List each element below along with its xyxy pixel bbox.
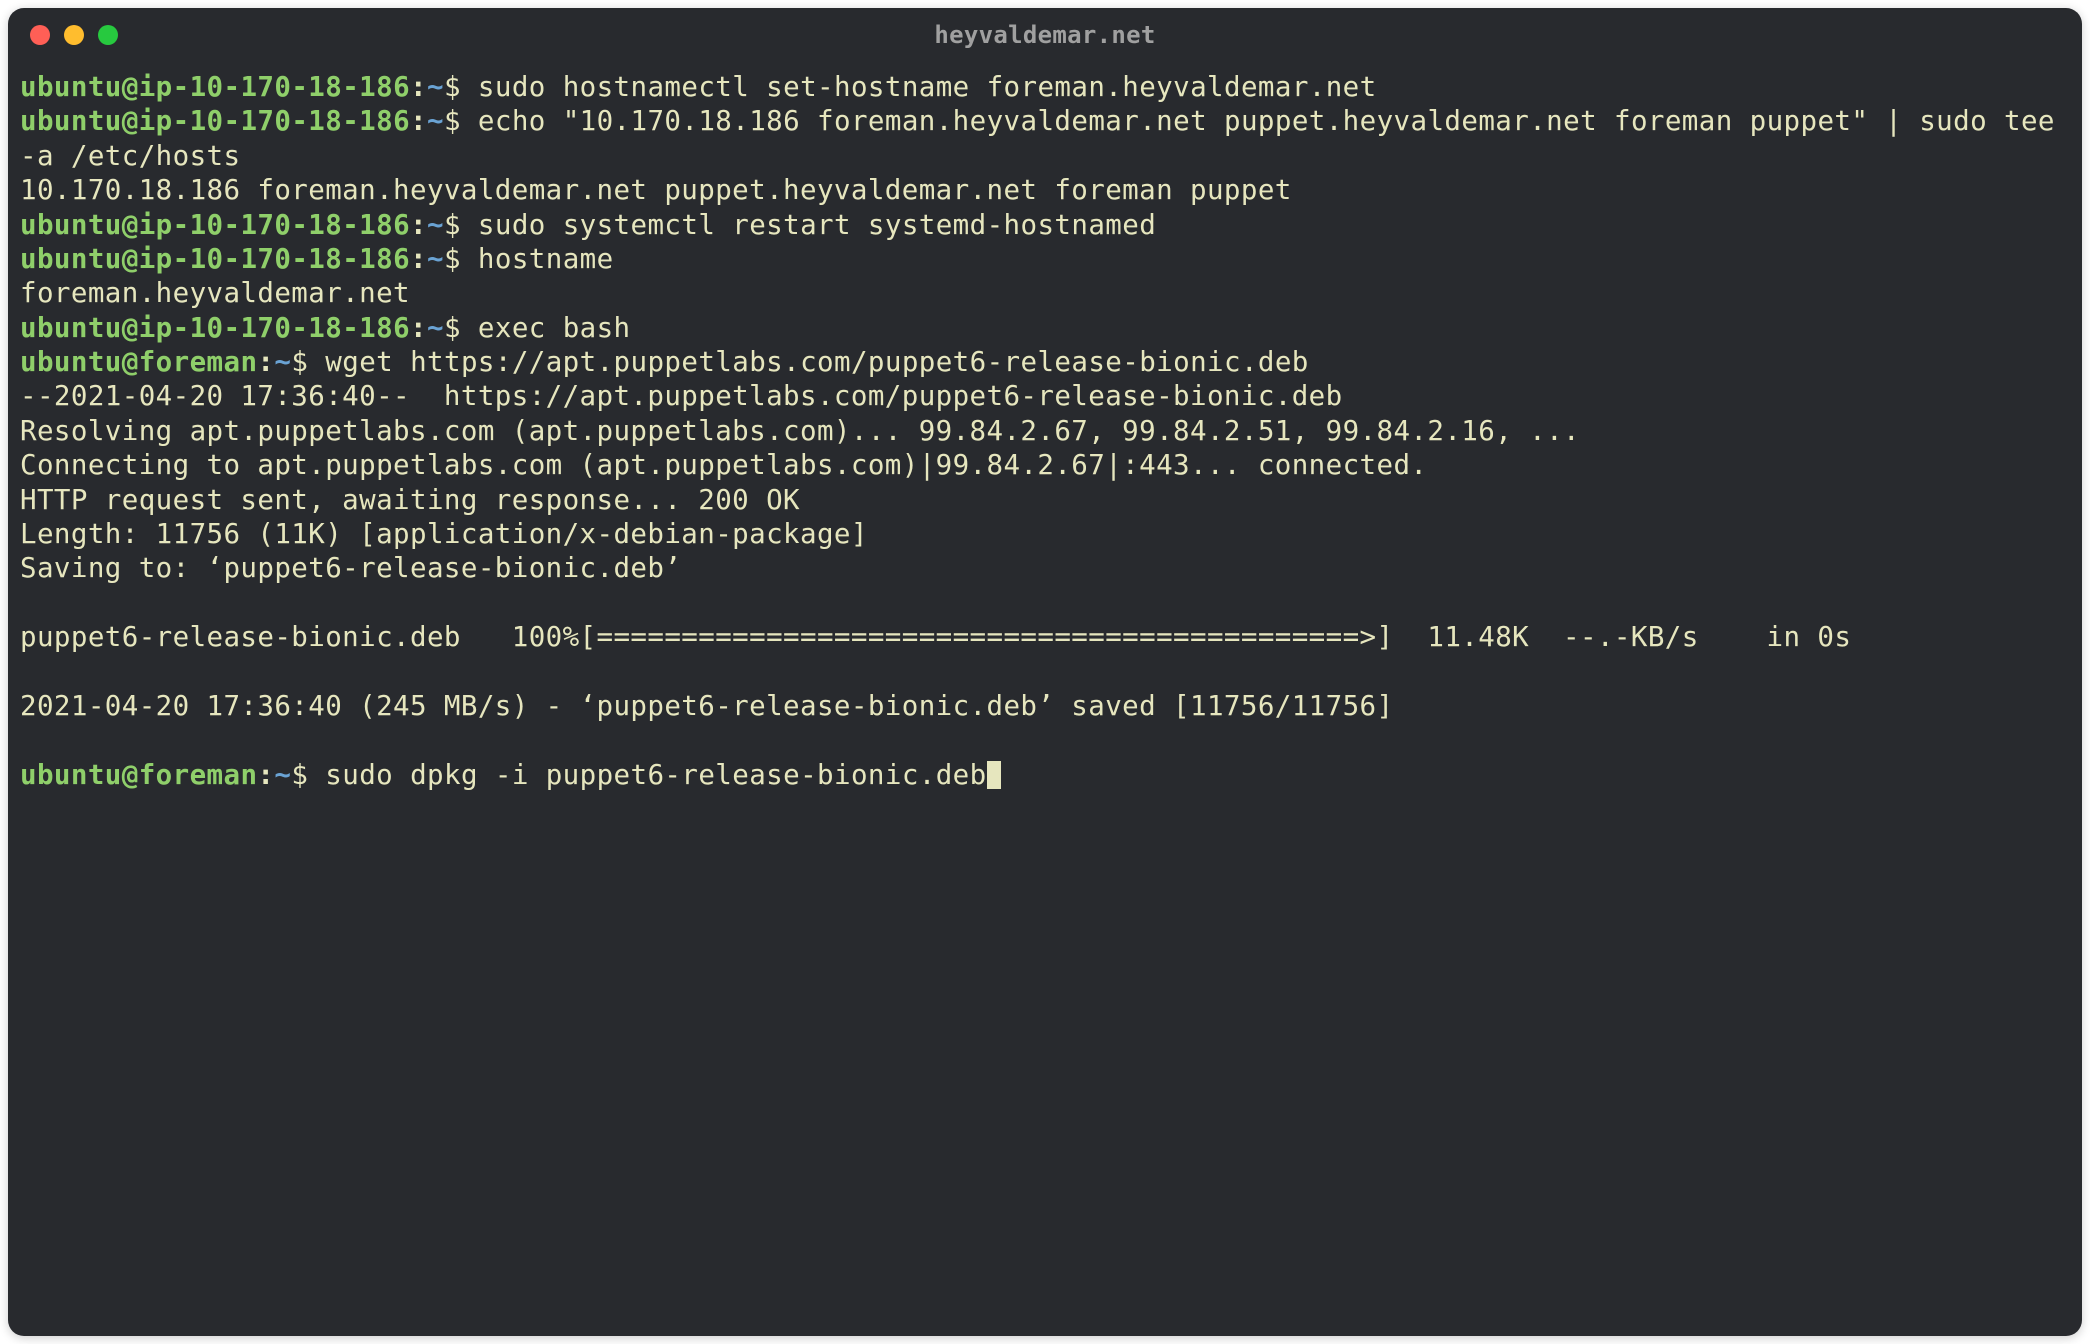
terminal-line: --2021-04-20 17:36:40-- https://apt.pupp…: [20, 379, 2070, 413]
prompt-host: ip-10-170-18-186: [139, 209, 410, 241]
terminal-line: HTTP request sent, awaiting response... …: [20, 483, 2070, 517]
terminal-line: puppet6-release-bionic.deb 100%[========…: [20, 620, 2070, 654]
prompt-host: ip-10-170-18-186: [139, 243, 410, 275]
prompt-symbol: $: [444, 209, 461, 241]
terminal-window: heyvaldemar.net ubuntu@ip-10-170-18-186:…: [8, 8, 2082, 1336]
terminal-line: Connecting to apt.puppetlabs.com (apt.pu…: [20, 448, 2070, 482]
prompt-path: ~: [427, 312, 444, 344]
terminal-line: 10.170.18.186 foreman.heyvaldemar.net pu…: [20, 173, 2070, 207]
prompt-user: ubuntu: [20, 312, 122, 344]
prompt-path: ~: [274, 759, 291, 791]
terminal-line: 2021-04-20 17:36:40 (245 MB/s) - ‘puppet…: [20, 689, 2070, 723]
prompt-user: ubuntu: [20, 209, 122, 241]
terminal-line: foreman.heyvaldemar.net: [20, 276, 2070, 310]
terminal-line: [20, 586, 2070, 620]
prompt-at: @: [122, 71, 139, 103]
terminal-line: ubuntu@ip-10-170-18-186:~$ echo "10.170.…: [20, 104, 2070, 173]
command-text: sudo hostnamectl set-hostname foreman.he…: [478, 71, 1377, 103]
prompt-host: ip-10-170-18-186: [139, 312, 410, 344]
close-icon[interactable]: [30, 25, 50, 45]
prompt-at: @: [122, 105, 139, 137]
prompt-colon: :: [410, 312, 427, 344]
output-text: HTTP request sent, awaiting response... …: [20, 484, 800, 516]
traffic-lights: [30, 25, 118, 45]
prompt-user: ubuntu: [20, 71, 122, 103]
output-text: Length: 11756 (11K) [application/x-debia…: [20, 518, 868, 550]
terminal-line: Resolving apt.puppetlabs.com (apt.puppet…: [20, 414, 2070, 448]
terminal-line: ubuntu@ip-10-170-18-186:~$ sudo hostname…: [20, 70, 2070, 104]
prompt-colon: :: [410, 209, 427, 241]
output-text: --2021-04-20 17:36:40-- https://apt.pupp…: [20, 380, 1343, 412]
prompt-colon: :: [410, 71, 427, 103]
command-text: exec bash: [478, 312, 631, 344]
prompt-path: ~: [274, 346, 291, 378]
terminal-line: [20, 723, 2070, 757]
minimize-icon[interactable]: [64, 25, 84, 45]
maximize-icon[interactable]: [98, 25, 118, 45]
terminal-line: [20, 654, 2070, 688]
prompt-user: ubuntu: [20, 346, 122, 378]
prompt-at: @: [122, 243, 139, 275]
prompt-path: ~: [427, 105, 444, 137]
terminal-body[interactable]: ubuntu@ip-10-170-18-186:~$ sudo hostname…: [8, 62, 2082, 1336]
prompt-colon: :: [257, 346, 274, 378]
titlebar: heyvaldemar.net: [8, 8, 2082, 62]
prompt-user: ubuntu: [20, 243, 122, 275]
prompt-user: ubuntu: [20, 105, 122, 137]
output-text: Connecting to apt.puppetlabs.com (apt.pu…: [20, 449, 1427, 481]
prompt-path: ~: [427, 243, 444, 275]
prompt-path: ~: [427, 209, 444, 241]
prompt-colon: :: [410, 243, 427, 275]
prompt-at: @: [122, 346, 139, 378]
prompt-host: ip-10-170-18-186: [139, 71, 410, 103]
terminal-line: ubuntu@ip-10-170-18-186:~$ exec bash: [20, 311, 2070, 345]
prompt-symbol: $: [444, 105, 461, 137]
output-text: 2021-04-20 17:36:40 (245 MB/s) - ‘puppet…: [20, 690, 1393, 722]
terminal-line: ubuntu@ip-10-170-18-186:~$ hostname: [20, 242, 2070, 276]
cursor-icon: [987, 761, 1001, 789]
prompt-at: @: [122, 209, 139, 241]
terminal-line: ubuntu@foreman:~$ wget https://apt.puppe…: [20, 345, 2070, 379]
terminal-line: Saving to: ‘puppet6-release-bionic.deb’: [20, 551, 2070, 585]
prompt-user: ubuntu: [20, 759, 122, 791]
terminal-line: ubuntu@foreman:~$ sudo dpkg -i puppet6-r…: [20, 758, 2070, 792]
output-text: 10.170.18.186 foreman.heyvaldemar.net pu…: [20, 174, 1292, 206]
command-text: sudo systemctl restart systemd-hostnamed: [478, 209, 1156, 241]
prompt-symbol: $: [291, 346, 308, 378]
prompt-symbol: $: [444, 312, 461, 344]
output-text: puppet6-release-bionic.deb 100%[========…: [20, 621, 1851, 653]
command-text: wget https://apt.puppetlabs.com/puppet6-…: [325, 346, 1308, 378]
output-text: foreman.heyvaldemar.net: [20, 277, 410, 309]
prompt-path: ~: [427, 71, 444, 103]
prompt-colon: :: [257, 759, 274, 791]
command-text: sudo dpkg -i puppet6-release-bionic.deb: [325, 759, 986, 791]
terminal-line: Length: 11756 (11K) [application/x-debia…: [20, 517, 2070, 551]
prompt-host: foreman: [139, 759, 258, 791]
prompt-host: ip-10-170-18-186: [139, 105, 410, 137]
prompt-at: @: [122, 759, 139, 791]
prompt-at: @: [122, 312, 139, 344]
output-text: Resolving apt.puppetlabs.com (apt.puppet…: [20, 415, 1580, 447]
prompt-host: foreman: [139, 346, 258, 378]
output-text: Saving to: ‘puppet6-release-bionic.deb’: [20, 552, 681, 584]
prompt-symbol: $: [291, 759, 308, 791]
command-text: hostname: [478, 243, 614, 275]
terminal-line: ubuntu@ip-10-170-18-186:~$ sudo systemct…: [20, 208, 2070, 242]
prompt-symbol: $: [444, 243, 461, 275]
window-title: heyvaldemar.net: [934, 21, 1155, 49]
prompt-symbol: $: [444, 71, 461, 103]
prompt-colon: :: [410, 105, 427, 137]
